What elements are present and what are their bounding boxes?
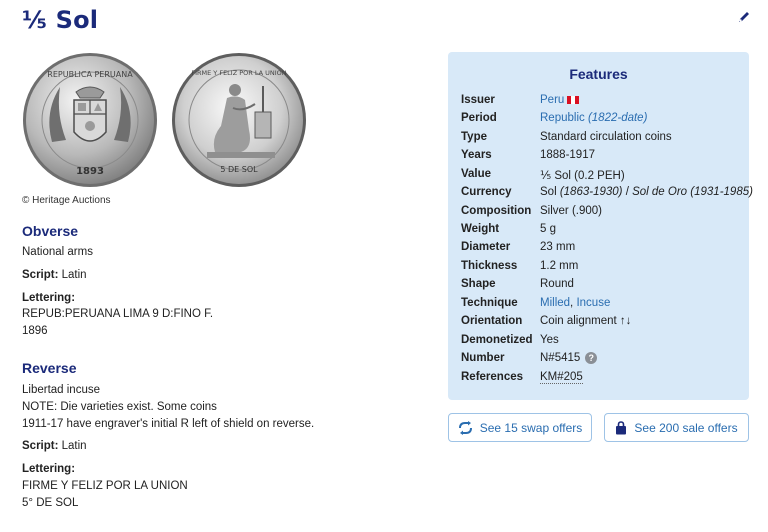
reverse-lettering-line: 5° DE SOL [22, 497, 79, 509]
coin-obverse-date: 1893 [76, 166, 104, 177]
feature-row-issuer: Issuer Peru [461, 94, 743, 112]
period-link[interactable]: Republic (1822-date) [540, 112, 647, 124]
feature-label: Type [461, 131, 487, 143]
features-heading: Features [569, 66, 628, 82]
technique-milled-link[interactable]: Milled [540, 297, 570, 309]
feature-label: Number [461, 352, 505, 364]
coin-reverse-image[interactable]: FIRME Y FELIZ POR LA UNION 5 DE SOL [171, 52, 307, 188]
help-icon[interactable]: ? [585, 352, 598, 364]
feature-label: Weight [461, 223, 500, 235]
technique-separator: , [570, 297, 574, 309]
obverse-heading: Obverse [22, 223, 79, 239]
obverse-description: National arms [22, 246, 93, 258]
sale-offers-label: See 200 sale offers [634, 420, 738, 435]
image-credit: © Heritage Auctions [22, 195, 111, 206]
swap-offers-label: See 15 swap offers [479, 420, 583, 435]
feature-row-currency: Currency Sol (1863-1930) / Sol de Oro (1… [461, 186, 753, 204]
feature-row-shape: Shape Round [461, 278, 743, 296]
feature-label: Years [461, 149, 492, 161]
reverse-script: Script: Latin [22, 440, 87, 452]
feature-row-period: Period Republic (1822-date) [461, 112, 743, 130]
coin-reverse-denomination: 5 DE SOL [220, 165, 258, 174]
feature-label: Technique [461, 297, 518, 309]
feature-row-type: Type Standard circulation coins [461, 131, 743, 149]
shape-value: Round [540, 278, 574, 290]
obverse-lettering-line: 1896 [22, 325, 48, 337]
feature-row-years: Years 1888-1917 [461, 149, 743, 167]
feature-label: Composition [461, 205, 532, 217]
reverse-script-value: Latin [61, 440, 87, 452]
reverse-lettering-line: FIRME Y FELIZ POR LA UNION [22, 480, 188, 492]
feature-row-references: References KM#205 [461, 371, 743, 389]
features-panel: Features Issuer Peru Period Republic (18… [448, 52, 753, 400]
obverse-lettering-label: Lettering: [22, 292, 76, 304]
sale-offers-button[interactable]: See 200 sale offers [604, 413, 749, 442]
obverse-script-value: Latin [61, 269, 87, 281]
feature-row-value: Value ⅕ Sol (0.2 PEH) [461, 168, 743, 186]
feature-label: Orientation [461, 315, 523, 327]
coin-reverse-legend: FIRME Y FELIZ POR LA UNION [191, 69, 286, 77]
period-value: Republic [540, 112, 585, 124]
feature-label: References [461, 371, 524, 383]
currency-value: Sol de Oro [632, 186, 688, 198]
reverse-description-line: Libertad incuse [22, 384, 100, 396]
diameter-value: 23 mm [540, 241, 576, 253]
coin-obverse-legend: REPUBLICA PERUANA [47, 70, 133, 79]
demonetized-value: Yes [540, 334, 559, 346]
type-link[interactable]: Standard circulation coins [540, 131, 672, 143]
composition-value: Silver (.900) [540, 205, 602, 217]
feature-label: Value [461, 168, 492, 180]
feature-label: Period [461, 112, 497, 124]
references-value: KM#205 [540, 371, 583, 384]
peru-flag-icon [567, 95, 580, 104]
feature-row-orientation: Orientation Coin alignment ↑↓ [461, 315, 743, 333]
value-value: ⅕ Sol (0.2 PEH) [540, 170, 625, 182]
coin-obverse-image[interactable]: REPUBLICA PERUANA 1893 [22, 52, 158, 188]
feature-row-thickness: Thickness 1.2 mm [461, 260, 743, 278]
feature-row-technique: Technique Milled, Incuse [461, 297, 743, 315]
years-value: 1888-1917 [540, 149, 595, 161]
feature-label: Demonetized [461, 334, 533, 346]
obverse-script-label: Script: [22, 269, 59, 281]
feature-row-composition: Composition Silver (.900) [461, 205, 743, 223]
technique-incuse-link[interactable]: Incuse [576, 297, 610, 309]
weight-value: 5 g [540, 223, 556, 235]
swap-offers-button[interactable]: See 15 swap offers [448, 413, 592, 442]
currency-separator: / [625, 186, 629, 198]
reverse-description-line: 1911-17 have engraver's initial R left o… [22, 418, 315, 430]
shopping-bag-icon [616, 420, 627, 434]
feature-label: Currency [461, 186, 512, 198]
reverse-script-label: Script: [22, 440, 59, 452]
reverse-lettering-label: Lettering: [22, 463, 76, 475]
feature-label: Issuer [461, 94, 495, 106]
obverse-lettering-line: REPUB:PERUANA LIMA 9 D:FINO F. [22, 308, 214, 320]
feature-row-demonetized: Demonetized Yes [461, 334, 743, 352]
feature-row-number: Number N#5415? [461, 352, 743, 370]
number-value: N#5415 [540, 352, 581, 365]
feature-label: Diameter [461, 241, 511, 253]
reverse-heading: Reverse [22, 360, 77, 376]
obverse-script: Script: Latin [22, 269, 87, 281]
swap-icon [458, 420, 472, 435]
page-title: ⅕ Sol [22, 6, 99, 34]
edit-pencil-icon[interactable] [737, 10, 751, 24]
currency-range: (1931-1985) [690, 186, 753, 198]
currency-range: (1863-1930) [559, 186, 623, 198]
currency-value: Sol [540, 186, 557, 198]
feature-row-weight: Weight 5 g [461, 223, 743, 241]
orientation-value: Coin alignment ↑↓ [540, 315, 632, 327]
issuer-link[interactable]: Peru [540, 94, 564, 106]
feature-label: Shape [461, 278, 496, 290]
period-range: (1822-date) [587, 112, 648, 124]
reverse-description-line: NOTE: Die varieties exist. Some coins [22, 401, 217, 413]
feature-row-diameter: Diameter 23 mm [461, 241, 743, 259]
thickness-value: 1.2 mm [540, 260, 579, 272]
feature-label: Thickness [461, 260, 518, 272]
